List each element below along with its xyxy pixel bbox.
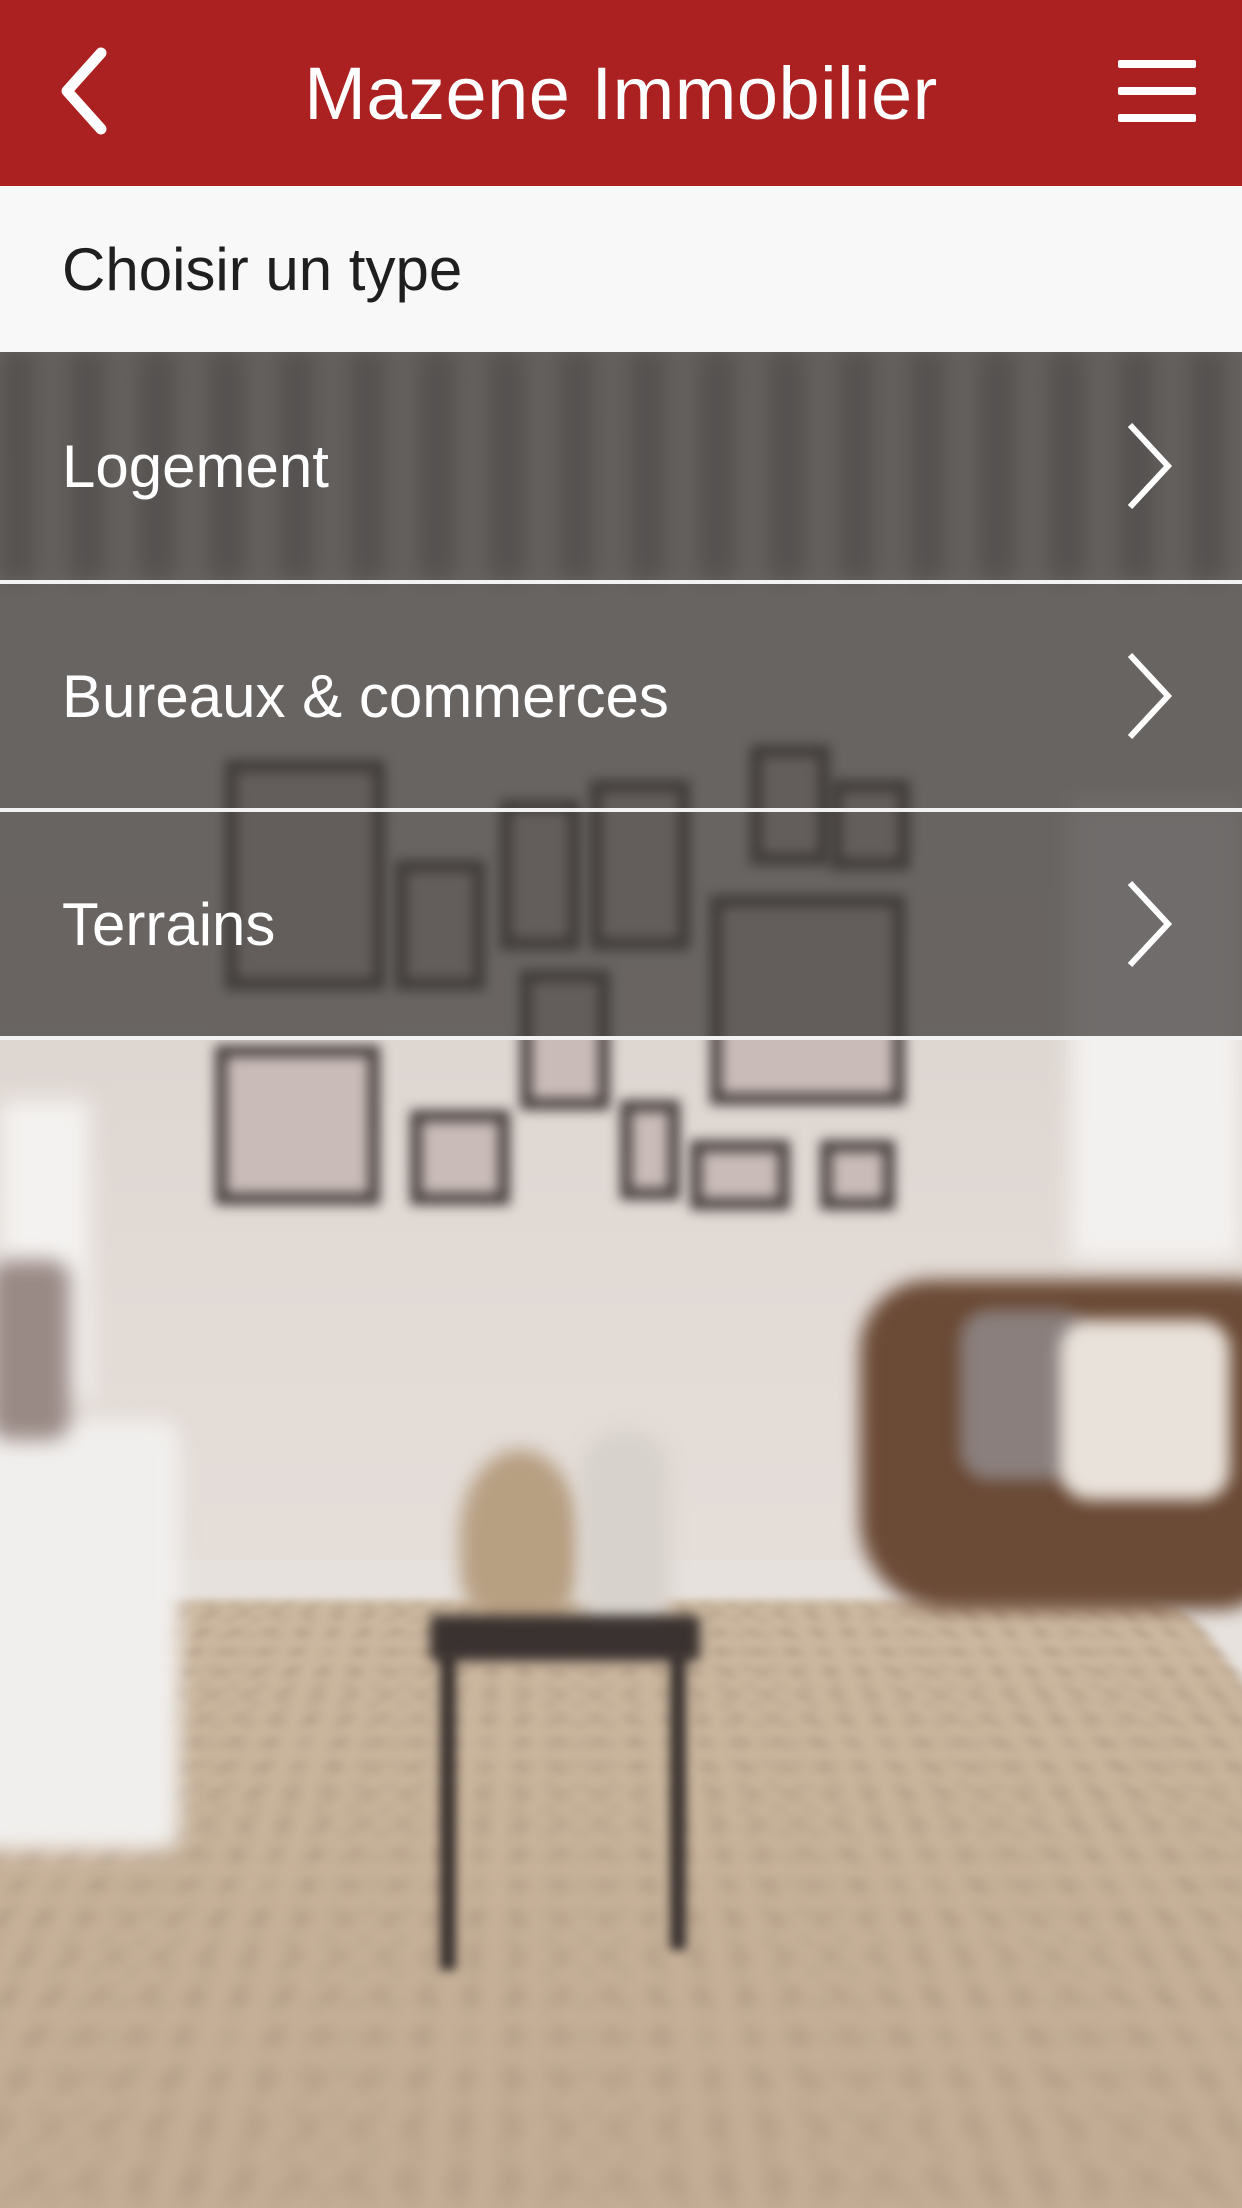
category-item-terrains[interactable]: Terrains [0,812,1242,1040]
app-header: Mazene Immobilier [0,0,1242,186]
category-item-bureaux-commerces[interactable]: Bureaux & commerces [0,584,1242,812]
chevron-right-icon [1127,422,1173,510]
menu-button[interactable] [1092,28,1222,158]
chevron-right-icon [1127,880,1173,968]
category-label: Terrains [62,890,276,958]
back-button[interactable] [20,28,150,158]
section-header: Choisir un type [0,186,1242,352]
category-item-logement[interactable]: Logement [0,352,1242,584]
page-title: Mazene Immobilier [304,51,938,135]
hamburger-menu-icon [1116,58,1198,129]
category-label: Bureaux & commerces [62,662,669,730]
category-label: Logement [62,432,329,500]
chevron-right-icon [1127,652,1173,740]
section-title: Choisir un type [62,235,463,303]
category-list: Logement Bureaux & commerces Terrains [0,352,1242,1040]
chevron-left-icon [55,45,115,142]
